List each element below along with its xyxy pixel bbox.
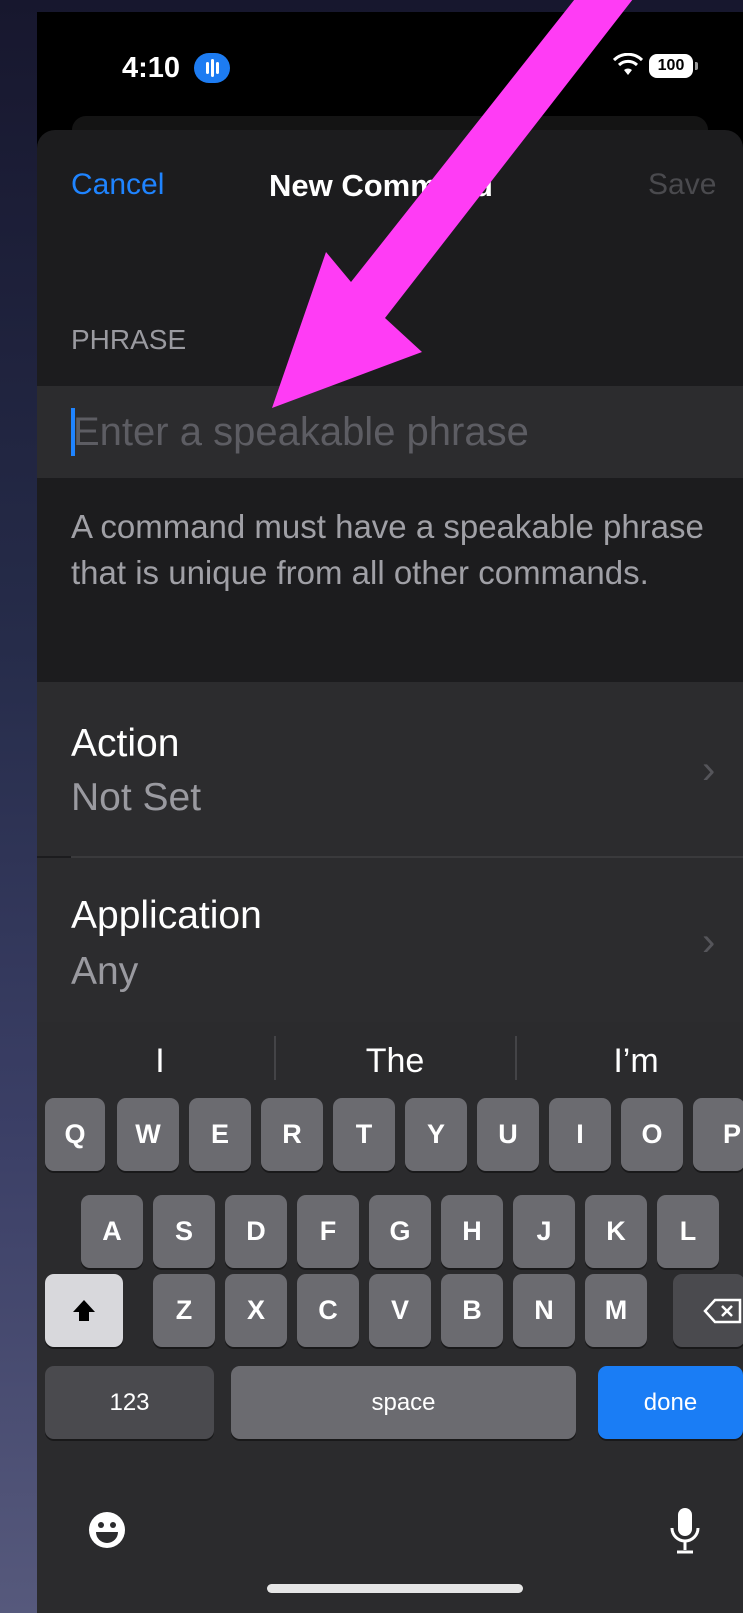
key-v[interactable]: V <box>369 1274 431 1347</box>
nav-bar: Cancel New Command Save <box>37 130 743 240</box>
delete-key[interactable] <box>673 1274 743 1347</box>
key-i[interactable]: I <box>549 1098 611 1171</box>
key-y[interactable]: Y <box>405 1098 467 1171</box>
shift-key[interactable] <box>45 1274 123 1347</box>
key-t[interactable]: T <box>333 1098 395 1171</box>
key-d[interactable]: D <box>225 1195 287 1268</box>
key-f[interactable]: F <box>297 1195 359 1268</box>
cancel-button[interactable]: Cancel <box>71 168 164 202</box>
key-l[interactable]: L <box>657 1195 719 1268</box>
live-activity-icon[interactable] <box>194 53 230 83</box>
phrase-section-header: PHRASE <box>71 324 187 355</box>
shift-icon <box>73 1299 95 1321</box>
key-m[interactable]: M <box>585 1274 647 1347</box>
delete-icon <box>703 1298 742 1323</box>
application-row[interactable]: Application Any › <box>37 858 743 1030</box>
key-u[interactable]: U <box>477 1098 539 1171</box>
done-key[interactable]: done <box>598 1366 743 1439</box>
suggestion-1[interactable]: I <box>60 1042 260 1081</box>
key-q[interactable]: Q <box>45 1098 105 1171</box>
page-title: New Command <box>269 168 493 203</box>
emoji-icon[interactable] <box>87 1510 127 1550</box>
suggestion-3[interactable]: I’m <box>536 1042 736 1081</box>
phrase-row[interactable] <box>37 386 743 478</box>
new-command-sheet: Cancel New Command Save PHRASE A command… <box>37 130 743 1030</box>
action-title: Action <box>71 722 180 765</box>
key-z[interactable]: Z <box>153 1274 215 1347</box>
key-a[interactable]: A <box>81 1195 143 1268</box>
phrase-input[interactable] <box>73 402 693 462</box>
status-time: 4:10 <box>122 52 181 84</box>
key-c[interactable]: C <box>297 1274 359 1347</box>
phone-screen: 4:10 100 Cancel New Command Save PHRASE … <box>37 12 743 1613</box>
suggestion-divider <box>274 1036 276 1080</box>
key-r[interactable]: R <box>261 1098 323 1171</box>
key-b[interactable]: B <box>441 1274 503 1347</box>
key-p[interactable]: P <box>693 1098 743 1171</box>
numbers-key[interactable]: 123 <box>45 1366 214 1439</box>
chevron-right-icon: › <box>702 920 716 964</box>
key-n[interactable]: N <box>513 1274 575 1347</box>
key-g[interactable]: G <box>369 1195 431 1268</box>
wifi-icon <box>612 52 644 84</box>
suggestion-2[interactable]: The <box>295 1042 495 1081</box>
microphone-icon[interactable] <box>667 1506 703 1556</box>
home-indicator <box>267 1584 523 1593</box>
application-value: Any <box>71 950 139 993</box>
battery-icon: 100 <box>649 54 698 78</box>
space-key[interactable]: space <box>231 1366 576 1439</box>
keyboard: I The I’m Q W E R T Y U I O P A S D F G … <box>37 1022 743 1613</box>
key-x[interactable]: X <box>225 1274 287 1347</box>
key-o[interactable]: O <box>621 1098 683 1171</box>
key-j[interactable]: J <box>513 1195 575 1268</box>
action-value: Not Set <box>71 776 202 819</box>
key-w[interactable]: W <box>117 1098 179 1171</box>
key-h[interactable]: H <box>441 1195 503 1268</box>
key-k[interactable]: K <box>585 1195 647 1268</box>
key-e[interactable]: E <box>189 1098 251 1171</box>
status-bar: 4:10 100 <box>37 12 743 122</box>
application-title: Application <box>71 894 262 937</box>
phrase-footer-note: A command must have a speakable phrase t… <box>71 508 704 591</box>
chevron-right-icon: › <box>702 748 716 792</box>
suggestion-divider <box>515 1036 517 1080</box>
save-button[interactable]: Save <box>648 168 716 202</box>
key-s[interactable]: S <box>153 1195 215 1268</box>
action-row[interactable]: Action Not Set › <box>37 682 743 856</box>
